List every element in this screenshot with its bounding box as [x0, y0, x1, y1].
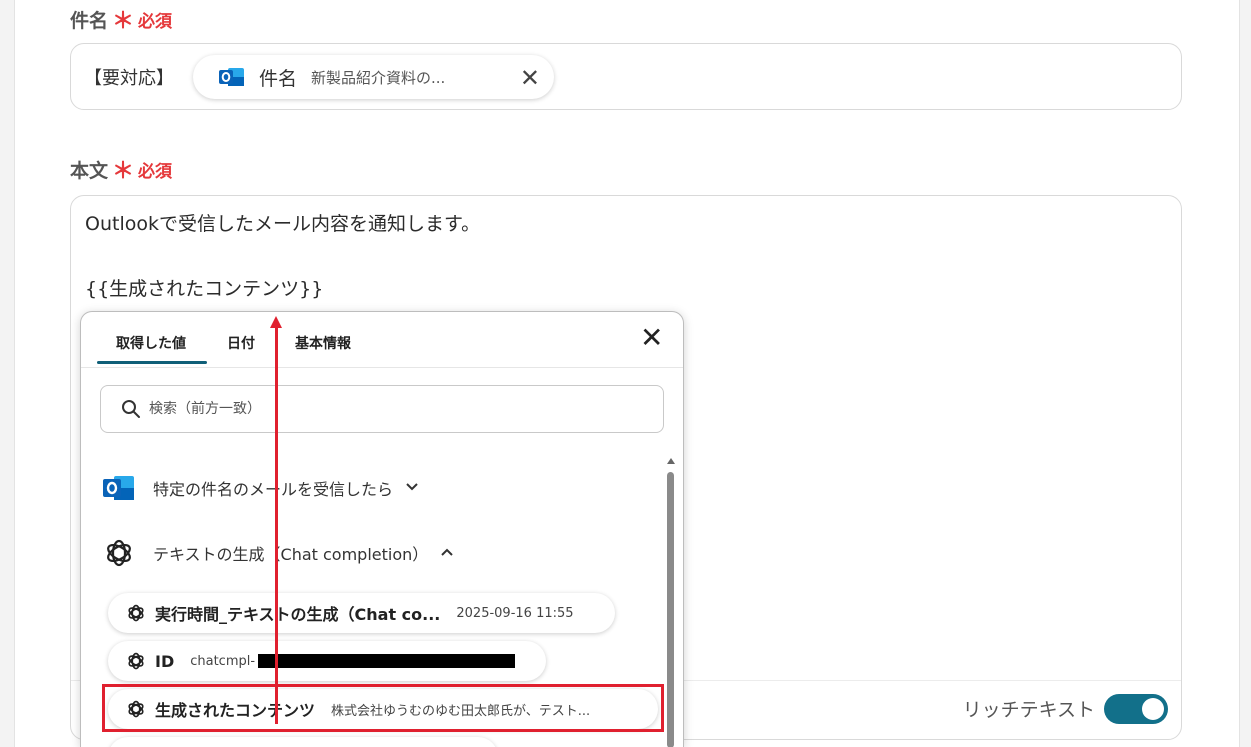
openai-icon	[107, 539, 131, 567]
chevron-down-icon	[405, 480, 419, 496]
subject-input[interactable]: 【要対応】 件名 新製品紹介資料の... ✕	[70, 43, 1182, 110]
group-label: テキストの生成（Chat completion）	[153, 545, 429, 564]
scroll-up-arrow-icon[interactable]	[667, 458, 675, 464]
close-icon[interactable]: ✕	[640, 324, 663, 352]
popup-tabs: 取得した値 日付 基本情報	[81, 312, 683, 368]
required-text: 必須	[138, 11, 173, 32]
annotation-highlight-box	[102, 684, 664, 732]
item-value: chatcmpl-	[190, 653, 256, 669]
annotation-arrow-line	[275, 326, 278, 724]
subject-prefix-text: 【要対応】	[84, 68, 174, 89]
rich-text-toggle[interactable]	[1104, 694, 1168, 724]
item-value: 2025-09-16 11:55	[456, 605, 574, 621]
search-field[interactable]	[100, 385, 664, 433]
rich-text-label: リッチテキスト	[962, 699, 1095, 721]
outlook-icon	[219, 68, 244, 86]
outlook-icon	[103, 476, 134, 500]
chip-name: 件名	[259, 67, 298, 90]
required-star: ＊	[112, 159, 135, 184]
body-field-label: 本文 ＊ 必須	[70, 153, 172, 185]
tab-date[interactable]: 日付	[227, 333, 255, 353]
subject-label-text: 件名	[70, 9, 109, 32]
list-item-execution-time[interactable]: 実行時間_テキストの生成（Chat co... 2025-09-16 11:55	[108, 593, 615, 633]
required-star: ＊	[112, 9, 135, 34]
group-chatgpt-completion[interactable]: テキストの生成（Chat completion）	[103, 537, 454, 569]
list-item-partial[interactable]	[108, 737, 498, 747]
chip-remove-icon[interactable]: ✕	[520, 64, 540, 92]
group-outlook-trigger[interactable]: 特定の件名のメールを受信したら	[103, 473, 419, 503]
subject-field-label: 件名 ＊ 必須	[70, 3, 172, 35]
tab-retrieved-values[interactable]: 取得した値	[116, 333, 186, 353]
redaction-bar	[258, 654, 515, 668]
scroll-thumb[interactable]	[667, 472, 674, 747]
body-text-line: Outlookで受信したメール内容を通知します。	[85, 213, 481, 235]
active-tab-indicator	[97, 361, 207, 364]
openai-icon	[128, 604, 144, 622]
annotation-arrow-head	[270, 316, 282, 328]
required-text: 必須	[138, 161, 173, 182]
openai-icon	[128, 652, 144, 670]
chip-value: 新製品紹介資料の...	[311, 68, 446, 87]
chevron-up-icon	[440, 545, 454, 561]
group-label: 特定の件名のメールを受信したら	[153, 480, 394, 499]
popup-scrollbar[interactable]	[666, 458, 676, 747]
toggle-knob	[1142, 698, 1164, 720]
search-icon	[122, 400, 140, 418]
tab-basic-info[interactable]: 基本情報	[295, 333, 351, 353]
body-text-line: {{生成されたコンテンツ}}	[85, 278, 324, 300]
search-input[interactable]	[147, 400, 631, 418]
body-label-text: 本文	[70, 159, 109, 182]
variable-picker-popup: 取得した値 日付 基本情報 ✕ 特定の件名のメールを受信したら	[80, 311, 684, 747]
item-name: 実行時間_テキストの生成（Chat co...	[155, 605, 441, 624]
item-name: ID	[155, 651, 175, 671]
subject-variable-chip[interactable]: 件名 新製品紹介資料の... ✕	[193, 55, 554, 99]
